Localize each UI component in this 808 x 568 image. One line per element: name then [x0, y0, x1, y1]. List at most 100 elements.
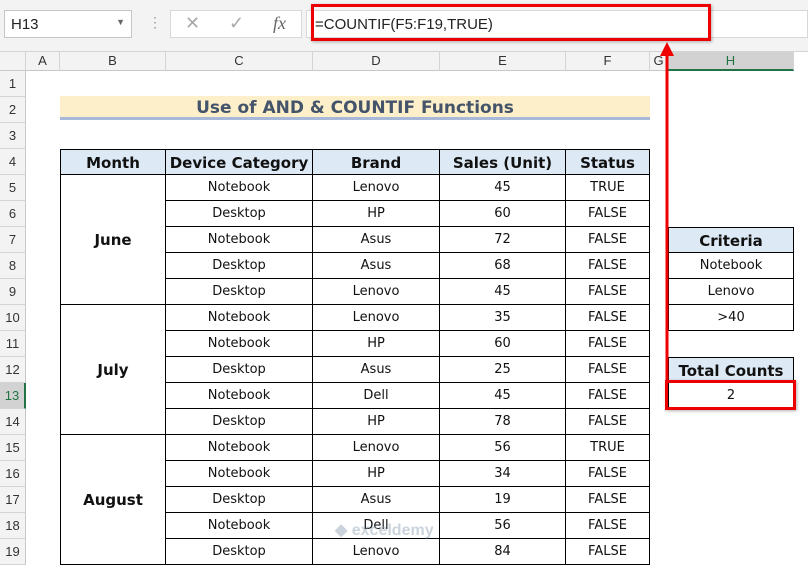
table-cell[interactable]: 60	[440, 201, 566, 227]
table-cell[interactable]: Notebook	[166, 383, 313, 409]
table-cell[interactable]: FALSE	[566, 253, 650, 279]
row-header[interactable]: 12	[0, 357, 26, 383]
criteria-cell[interactable]: Lenovo	[668, 279, 794, 305]
cancel-icon[interactable]: ✕	[185, 13, 200, 34]
row-header[interactable]: 16	[0, 461, 26, 487]
criteria-header[interactable]: Criteria	[668, 227, 794, 253]
month-cell[interactable]: August	[60, 435, 166, 565]
table-cell[interactable]: Desktop	[166, 409, 313, 435]
table-cell[interactable]: FALSE	[566, 383, 650, 409]
name-box[interactable]: H13 ▼	[4, 10, 132, 38]
table-cell[interactable]: 68	[440, 253, 566, 279]
table-cell[interactable]: 72	[440, 227, 566, 253]
table-cell[interactable]: FALSE	[566, 409, 650, 435]
row-header[interactable]: 1	[0, 71, 26, 97]
table-cell[interactable]: FALSE	[566, 357, 650, 383]
table-cell[interactable]: Lenovo	[313, 305, 440, 331]
table-cell[interactable]: 25	[440, 357, 566, 383]
table-cell[interactable]: 35	[440, 305, 566, 331]
table-cell[interactable]: Desktop	[166, 201, 313, 227]
table-cell[interactable]: Notebook	[166, 305, 313, 331]
table-header[interactable]: Sales (Unit)	[440, 149, 566, 175]
row-header[interactable]: 6	[0, 201, 26, 227]
table-cell[interactable]: Notebook	[166, 175, 313, 201]
table-cell[interactable]: FALSE	[566, 461, 650, 487]
row-header[interactable]: 4	[0, 149, 26, 175]
month-cell[interactable]: June	[60, 175, 166, 305]
column-header[interactable]: H	[668, 52, 794, 71]
row-header[interactable]: 15	[0, 435, 26, 461]
month-cell[interactable]: July	[60, 305, 166, 435]
table-cell[interactable]: 56	[440, 513, 566, 539]
column-header[interactable]: B	[60, 52, 166, 71]
table-cell[interactable]: Dell	[313, 383, 440, 409]
table-cell[interactable]: FALSE	[566, 201, 650, 227]
table-cell[interactable]: 19	[440, 487, 566, 513]
table-cell[interactable]: Lenovo	[313, 435, 440, 461]
table-cell[interactable]: 34	[440, 461, 566, 487]
table-cell[interactable]: TRUE	[566, 435, 650, 461]
table-cell[interactable]: Desktop	[166, 539, 313, 565]
table-cell[interactable]: 56	[440, 435, 566, 461]
table-header[interactable]: Device Category	[166, 149, 313, 175]
table-cell[interactable]: FALSE	[566, 539, 650, 565]
table-cell[interactable]: Notebook	[166, 331, 313, 357]
row-header[interactable]: 5	[0, 175, 26, 201]
table-cell[interactable]: Desktop	[166, 357, 313, 383]
table-cell[interactable]: HP	[313, 461, 440, 487]
table-cell[interactable]: Lenovo	[313, 175, 440, 201]
table-cell[interactable]: Asus	[313, 253, 440, 279]
row-header[interactable]: 13	[0, 383, 26, 409]
row-header[interactable]: 17	[0, 487, 26, 513]
table-cell[interactable]: FALSE	[566, 513, 650, 539]
table-cell[interactable]: Desktop	[166, 279, 313, 305]
table-cell[interactable]: FALSE	[566, 227, 650, 253]
table-cell[interactable]: 78	[440, 409, 566, 435]
column-header[interactable]: E	[440, 52, 566, 71]
column-header[interactable]: C	[166, 52, 313, 71]
insert-function-icon[interactable]: fx	[273, 13, 286, 34]
table-cell[interactable]: HP	[313, 409, 440, 435]
table-cell[interactable]: Notebook	[166, 227, 313, 253]
table-cell[interactable]: Lenovo	[313, 279, 440, 305]
row-header[interactable]: 8	[0, 253, 26, 279]
column-header[interactable]: F	[566, 52, 650, 71]
row-header[interactable]: 9	[0, 279, 26, 305]
table-cell[interactable]: FALSE	[566, 279, 650, 305]
table-cell[interactable]: HP	[313, 331, 440, 357]
row-header[interactable]: 2	[0, 97, 26, 123]
table-cell[interactable]: Notebook	[166, 461, 313, 487]
table-cell[interactable]: FALSE	[566, 331, 650, 357]
select-all[interactable]	[0, 52, 26, 71]
row-header[interactable]: 11	[0, 331, 26, 357]
table-cell[interactable]: FALSE	[566, 487, 650, 513]
table-cell[interactable]: Desktop	[166, 253, 313, 279]
table-cell[interactable]: HP	[313, 201, 440, 227]
row-header[interactable]: 14	[0, 409, 26, 435]
table-cell[interactable]: Asus	[313, 357, 440, 383]
table-cell[interactable]: Desktop	[166, 487, 313, 513]
row-header[interactable]: 19	[0, 539, 26, 565]
table-header[interactable]: Month	[60, 149, 166, 175]
table-header[interactable]: Brand	[313, 149, 440, 175]
table-cell[interactable]: Notebook	[166, 435, 313, 461]
table-cell[interactable]: TRUE	[566, 175, 650, 201]
row-header[interactable]: 18	[0, 513, 26, 539]
table-cell[interactable]: 45	[440, 279, 566, 305]
column-header[interactable]: D	[313, 52, 440, 71]
table-cell[interactable]: 45	[440, 383, 566, 409]
table-cell[interactable]: Lenovo	[313, 539, 440, 565]
row-header[interactable]: 10	[0, 305, 26, 331]
enter-icon[interactable]: ✓	[229, 13, 244, 34]
table-cell[interactable]: Notebook	[166, 513, 313, 539]
table-cell[interactable]: Asus	[313, 487, 440, 513]
row-header[interactable]: 7	[0, 227, 26, 253]
table-cell[interactable]: 84	[440, 539, 566, 565]
table-cell[interactable]: 60	[440, 331, 566, 357]
table-header[interactable]: Status	[566, 149, 650, 175]
criteria-cell[interactable]: Notebook	[668, 253, 794, 279]
table-cell[interactable]: 45	[440, 175, 566, 201]
row-header[interactable]: 3	[0, 123, 26, 149]
table-cell[interactable]: FALSE	[566, 305, 650, 331]
criteria-cell[interactable]: >40	[668, 305, 794, 331]
